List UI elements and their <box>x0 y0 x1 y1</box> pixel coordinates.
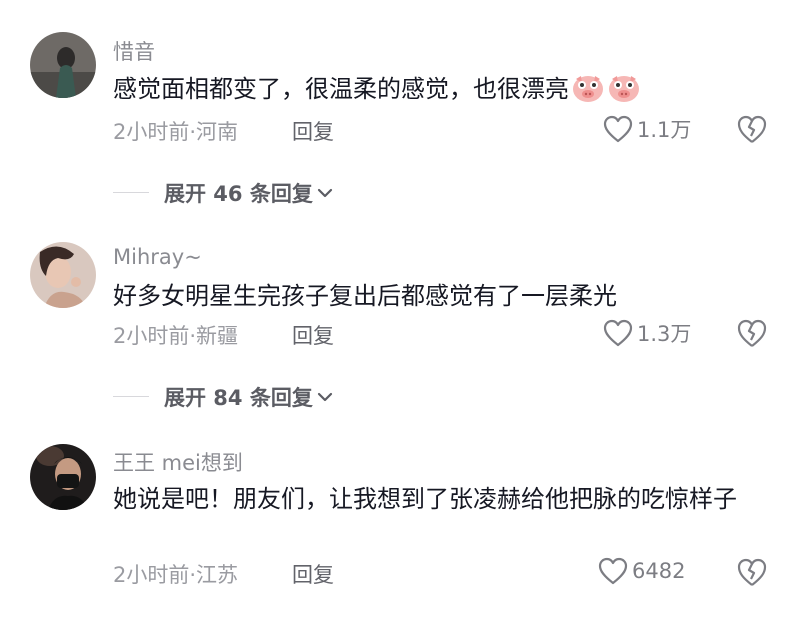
like-count: 6482 <box>632 559 686 583</box>
pig-emoji <box>573 76 603 102</box>
chevron-down-icon <box>317 188 332 198</box>
expand-replies-button[interactable]: 展开 84 条回复 <box>164 382 333 412</box>
heart-outline-icon <box>598 557 628 585</box>
like-button[interactable]: 1.3万 <box>603 318 691 348</box>
reply-button[interactable]: 回复 <box>292 116 334 146</box>
broken-heart-icon[interactable] <box>736 318 768 348</box>
divider-line <box>113 192 149 193</box>
heart-outline-icon <box>603 115 633 143</box>
comment-text: 感觉面相都变了，很温柔的感觉，也很漂亮 <box>113 70 763 108</box>
time-location: 2小时前·江苏 <box>113 563 239 587</box>
expand-replies-button[interactable]: 展开 46 条回复 <box>164 178 333 208</box>
like-button[interactable]: 6482 <box>598 557 685 585</box>
avatar[interactable] <box>30 444 96 510</box>
divider-line <box>113 396 149 397</box>
username[interactable]: 惜音 <box>113 36 155 66</box>
like-count: 1.3万 <box>637 322 692 346</box>
heart-outline-icon <box>603 319 633 347</box>
expand-replies-label: 展开 84 条回复 <box>164 386 313 410</box>
expand-replies[interactable]: 展开 46 条回复 <box>0 178 800 208</box>
like-button[interactable]: 1.1万 <box>603 114 691 144</box>
expand-replies-label: 展开 46 条回复 <box>164 182 313 206</box>
broken-heart-icon[interactable] <box>736 557 768 587</box>
username[interactable]: Mihray~ <box>113 245 202 269</box>
comment-text-content: 感觉面相都变了，很温柔的感觉，也很漂亮 <box>113 75 569 103</box>
avatar[interactable] <box>30 32 96 98</box>
chevron-down-icon <box>317 392 332 402</box>
like-count: 1.1万 <box>637 118 692 142</box>
comment-text: 她说是吧！朋友们，让我想到了张凌赫给他把脉的吃惊样子 <box>113 485 737 513</box>
comment-text: 好多女明星生完孩子复出后都感觉有了一层柔光 <box>113 282 617 310</box>
reply-button[interactable]: 回复 <box>292 559 334 589</box>
time-location: 2小时前·河南 <box>113 120 239 144</box>
reply-button[interactable]: 回复 <box>292 320 334 350</box>
time-location: 2小时前·新疆 <box>113 324 239 348</box>
expand-replies[interactable]: 展开 84 条回复 <box>0 382 800 412</box>
broken-heart-icon[interactable] <box>736 114 768 144</box>
avatar[interactable] <box>30 242 96 308</box>
username[interactable]: 王王 mei想到 <box>113 447 243 477</box>
pig-emoji <box>609 76 639 102</box>
